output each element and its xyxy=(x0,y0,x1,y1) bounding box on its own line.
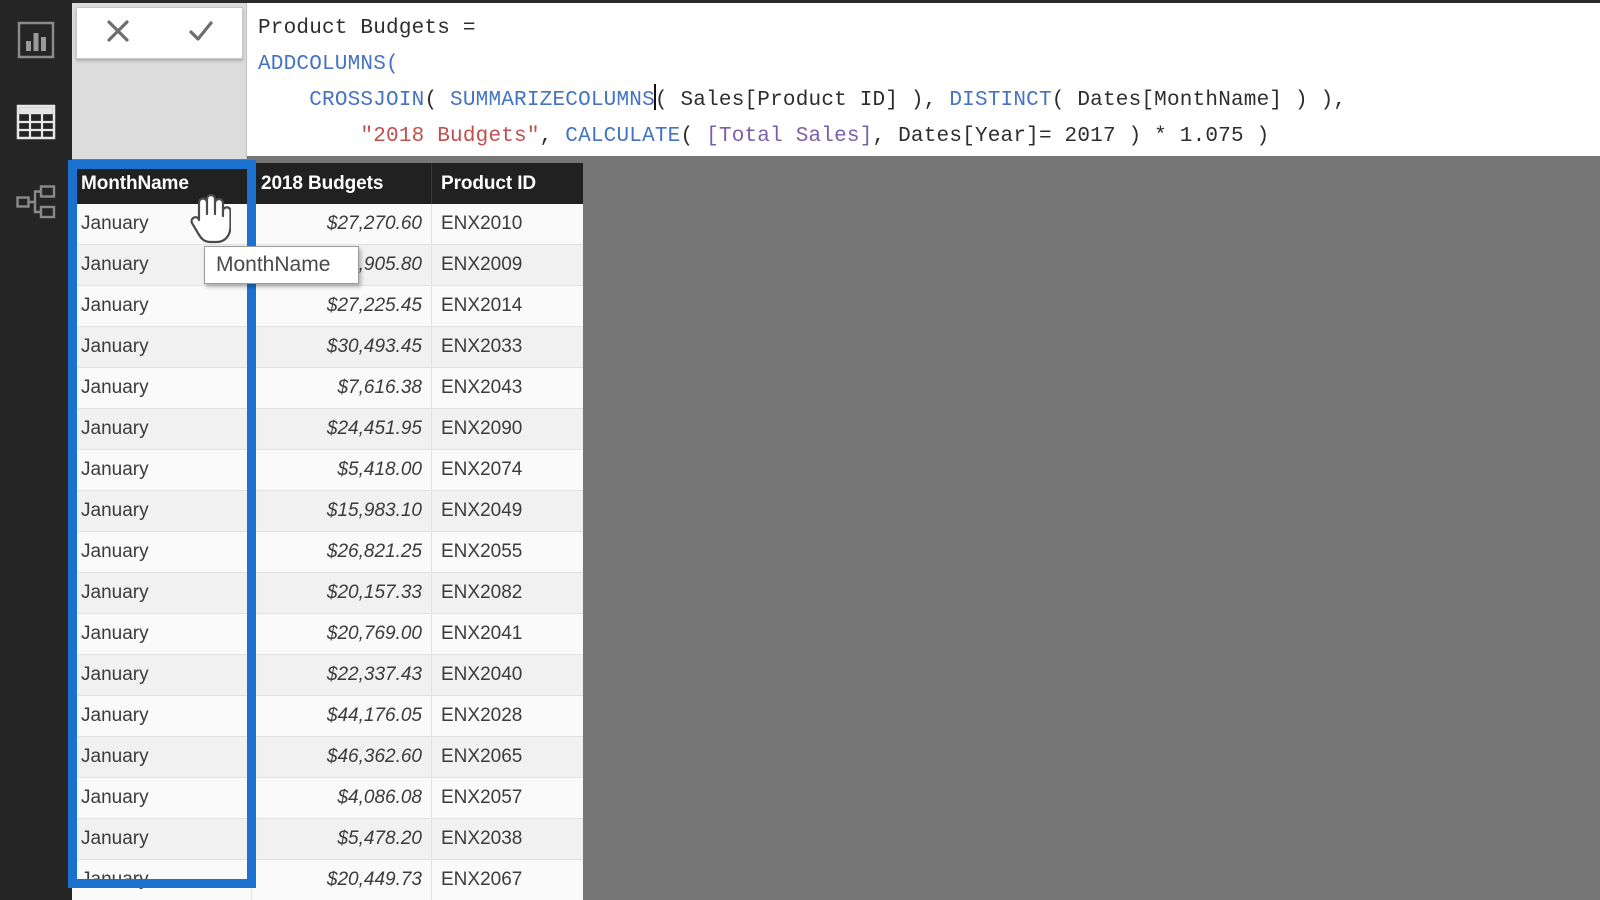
table-row[interactable]: January $7,616.38 ENX2043 xyxy=(72,368,583,409)
cell-monthname[interactable]: January xyxy=(72,491,252,532)
cell-monthname[interactable]: January xyxy=(72,286,252,327)
cell-monthname[interactable]: January xyxy=(72,450,252,491)
column-tooltip: MonthName xyxy=(204,246,359,284)
cancel-button[interactable] xyxy=(90,11,146,55)
cell-monthname[interactable]: January xyxy=(72,532,252,573)
cell-budget[interactable]: $27,270.60 xyxy=(252,204,432,245)
dax-formula-bar[interactable]: Product Budgets = ADDCOLUMNS( CROSSJOIN(… xyxy=(72,0,1600,159)
close-icon xyxy=(103,16,133,51)
table-row[interactable]: January $20,769.00 ENX2041 xyxy=(72,614,583,655)
cell-product-id[interactable]: ENX2049 xyxy=(432,491,583,532)
table-row[interactable]: January $44,176.05 ENX2028 xyxy=(72,696,583,737)
cell-product-id[interactable]: ENX2028 xyxy=(432,696,583,737)
cell-budget[interactable]: $5,418.00 xyxy=(252,450,432,491)
cell-budget[interactable]: $20,157.33 xyxy=(252,573,432,614)
cell-monthname[interactable]: January xyxy=(72,368,252,409)
cell-budget[interactable]: $24,451.95 xyxy=(252,409,432,450)
cell-monthname[interactable]: January xyxy=(72,573,252,614)
cell-product-id[interactable]: ENX2055 xyxy=(432,532,583,573)
cell-product-id[interactable]: ENX2014 xyxy=(432,286,583,327)
power-bi-window: Product Budgets = ADDCOLUMNS( CROSSJOIN(… xyxy=(0,0,1600,900)
dax-string-literal: "2018 Budgets" xyxy=(360,125,540,148)
formula-action-buttons xyxy=(76,7,243,59)
cell-monthname[interactable]: January xyxy=(72,614,252,655)
bar-chart-icon xyxy=(17,21,55,59)
table-row[interactable]: January $27,270.60 ENX2010 xyxy=(72,204,583,245)
table-row[interactable]: January $5,478.20 ENX2038 xyxy=(72,819,583,860)
cell-product-id[interactable]: ENX2040 xyxy=(432,655,583,696)
cell-budget[interactable]: $20,449.73 xyxy=(252,860,432,900)
dax-fn-summarizecolumns: SUMMARIZECOLUMNS xyxy=(450,89,655,112)
cell-budget[interactable]: $22,337.43 xyxy=(252,655,432,696)
cell-product-id[interactable]: ENX2041 xyxy=(432,614,583,655)
cell-product-id[interactable]: ENX2043 xyxy=(432,368,583,409)
cell-budget[interactable]: $4,086.08 xyxy=(252,778,432,819)
dax-fn-crossjoin: CROSSJOIN xyxy=(309,89,425,112)
table-row[interactable]: January $26,821.25 ENX2055 xyxy=(72,532,583,573)
dax-fn-calculate: CALCULATE xyxy=(565,125,681,148)
table-row[interactable]: January $46,362.60 ENX2065 xyxy=(72,737,583,778)
cell-monthname[interactable]: January xyxy=(72,409,252,450)
column-header-monthname[interactable]: MonthName xyxy=(72,163,252,204)
sidebar-item-report[interactable] xyxy=(12,16,60,64)
table-header-row: MonthName 2018 Budgets Product ID xyxy=(72,163,583,204)
table-body: January $27,270.60 ENX2010 January $27,905.8… xyxy=(72,204,583,900)
active-view-indicator xyxy=(68,160,73,222)
checkmark-icon xyxy=(185,16,217,51)
cell-product-id[interactable]: ENX2009 xyxy=(432,245,583,286)
dax-measure-ref: [Total Sales] xyxy=(706,125,873,148)
table-grid-icon xyxy=(16,104,56,140)
cell-monthname[interactable]: January xyxy=(72,327,252,368)
sidebar-item-model[interactable] xyxy=(12,178,60,226)
cell-budget[interactable]: $5,478.20 xyxy=(252,819,432,860)
sidebar-item-data[interactable] xyxy=(12,98,60,146)
cell-budget[interactable]: $20,769.00 xyxy=(252,614,432,655)
table-row[interactable]: January $15,983.10 ENX2049 xyxy=(72,491,583,532)
accept-button[interactable] xyxy=(173,11,229,55)
cell-monthname[interactable]: January xyxy=(72,655,252,696)
table-row[interactable]: January $24,451.95 ENX2090 xyxy=(72,409,583,450)
cell-budget[interactable]: $44,176.05 xyxy=(252,696,432,737)
cell-monthname[interactable]: January xyxy=(72,696,252,737)
relationships-icon xyxy=(16,185,56,219)
cell-budget[interactable]: $30,493.45 xyxy=(252,327,432,368)
dax-line-1: Product Budgets = xyxy=(258,17,476,40)
cell-budget[interactable]: $46,362.60 xyxy=(252,737,432,778)
cell-budget[interactable]: $27,225.45 xyxy=(252,286,432,327)
table-row[interactable]: January $4,086.08 ENX2057 xyxy=(72,778,583,819)
cell-monthname[interactable]: January xyxy=(72,204,252,245)
column-header-2018-budgets[interactable]: 2018 Budgets xyxy=(252,163,432,204)
table-row[interactable]: January $22,337.43 ENX2040 xyxy=(72,655,583,696)
table-row[interactable]: January $30,493.45 ENX2033 xyxy=(72,327,583,368)
cell-budget[interactable]: $26,821.25 xyxy=(252,532,432,573)
dax-expression[interactable]: Product Budgets = ADDCOLUMNS( CROSSJOIN(… xyxy=(258,11,1588,155)
cell-monthname[interactable]: January xyxy=(72,778,252,819)
cell-product-id[interactable]: ENX2038 xyxy=(432,819,583,860)
table-row[interactable]: January $20,449.73 ENX2067 xyxy=(72,860,583,900)
cell-product-id[interactable]: ENX2033 xyxy=(432,327,583,368)
dax-fn-distinct: DISTINCT xyxy=(949,89,1052,112)
cell-budget[interactable]: $7,616.38 xyxy=(252,368,432,409)
cell-product-id[interactable]: ENX2067 xyxy=(432,860,583,900)
cell-budget[interactable]: $15,983.10 xyxy=(252,491,432,532)
cell-product-id[interactable]: ENX2074 xyxy=(432,450,583,491)
table-row[interactable]: January $5,418.00 ENX2074 xyxy=(72,450,583,491)
cell-product-id[interactable]: ENX2090 xyxy=(432,409,583,450)
dax-line-2: ADDCOLUMNS( xyxy=(258,53,399,76)
column-header-product-id[interactable]: Product ID xyxy=(432,163,583,204)
cell-product-id[interactable]: ENX2065 xyxy=(432,737,583,778)
cell-product-id[interactable]: ENX2082 xyxy=(432,573,583,614)
view-switcher-rail xyxy=(0,0,73,900)
cell-monthname[interactable]: January xyxy=(72,819,252,860)
cell-product-id[interactable]: ENX2057 xyxy=(432,778,583,819)
table-row[interactable]: January $20,157.33 ENX2082 xyxy=(72,573,583,614)
cell-product-id[interactable]: ENX2010 xyxy=(432,204,583,245)
table-row[interactable]: January $27,225.45 ENX2014 xyxy=(72,286,583,327)
cell-monthname[interactable]: January xyxy=(72,860,252,900)
cell-monthname[interactable]: January xyxy=(72,737,252,778)
